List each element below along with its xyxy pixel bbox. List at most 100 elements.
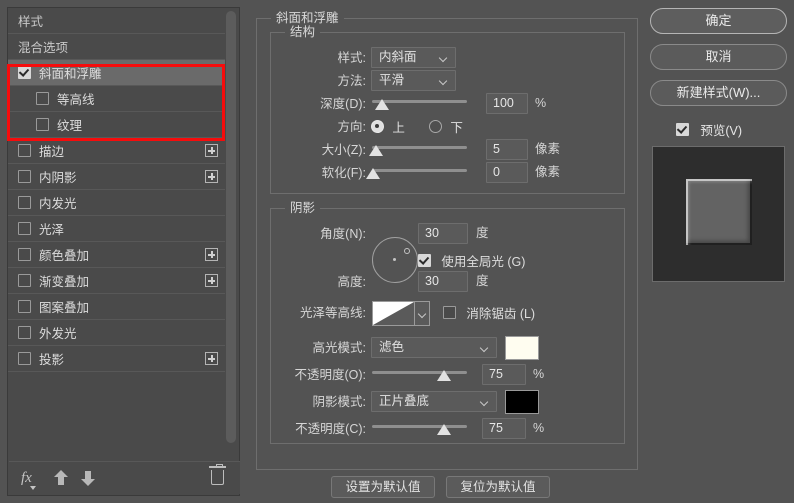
soften-slider[interactable] (372, 162, 467, 183)
trash-icon[interactable] (211, 470, 224, 485)
gloss-contour-dropdown[interactable] (415, 301, 430, 326)
arrow-down-icon[interactable] (81, 470, 95, 486)
sidebar-item-7[interactable]: 内发光 (8, 190, 226, 216)
highlight-opacity-input[interactable]: 75 (482, 364, 526, 385)
sidebar-item-label: 图案叠加 (39, 301, 89, 315)
sidebar-item-2[interactable]: 斜面和浮雕 (8, 60, 226, 86)
checkbox-icon[interactable] (18, 66, 31, 79)
size-input[interactable]: 5 (486, 139, 528, 160)
checkbox-icon[interactable] (18, 248, 31, 261)
arrow-up-icon[interactable] (54, 470, 68, 486)
use-global-light-checkbox[interactable]: 使用全局光 (G) (418, 251, 525, 271)
highlight-mode-label: 高光模式: (313, 337, 366, 359)
sidebar-scrollbar-track[interactable] (225, 9, 238, 464)
size-slider[interactable] (372, 139, 467, 160)
sidebar-item-8[interactable]: 光泽 (8, 216, 226, 242)
sidebar-item-4[interactable]: 纹理 (8, 112, 226, 138)
style-select[interactable]: 内斜面 (371, 47, 456, 68)
soften-input[interactable]: 0 (486, 162, 528, 183)
preview-checkbox[interactable]: 预览(V) (676, 120, 742, 140)
size-slider-track[interactable] (372, 146, 467, 149)
altitude-input[interactable]: 30 (418, 271, 468, 292)
highlight-opacity-track[interactable] (372, 371, 467, 374)
structure-title: 结构 (285, 25, 320, 39)
gloss-contour-swatch[interactable] (372, 301, 415, 326)
soften-slider-track[interactable] (372, 169, 467, 172)
shadow-opacity-track[interactable] (372, 425, 467, 428)
shadow-opacity-input[interactable]: 75 (482, 418, 526, 439)
ok-button[interactable]: 确定 (650, 8, 787, 34)
sidebar-item-13[interactable]: 投影 (8, 346, 226, 372)
cancel-button[interactable]: 取消 (650, 44, 787, 70)
depth-input[interactable]: 100 (486, 93, 528, 114)
depth-slider-thumb[interactable] (375, 99, 389, 110)
sidebar-item-5[interactable]: 描边 (8, 138, 226, 164)
sidebar-item-3[interactable]: 等高线 (8, 86, 226, 112)
sidebar-item-1[interactable]: 混合选项 (8, 34, 226, 60)
sidebar-item-12[interactable]: 外发光 (8, 320, 226, 346)
angle-dial-knob[interactable] (404, 248, 410, 254)
altitude-unit: 度 (476, 271, 489, 292)
fx-icon[interactable]: fx (21, 469, 32, 487)
checkbox-icon[interactable] (18, 274, 31, 287)
add-effect-icon[interactable] (205, 170, 218, 183)
styles-sidebar: 样式混合选项斜面和浮雕等高线纹理描边内阴影内发光光泽颜色叠加渐变叠加图案叠加外发… (7, 7, 240, 496)
checkbox-icon[interactable] (18, 326, 31, 339)
preview-label: 预览(V) (700, 124, 742, 138)
angle-input[interactable]: 30 (418, 223, 468, 244)
soften-label: 软化(F): (322, 162, 366, 184)
shadow-mode-value: 正片叠底 (379, 394, 429, 408)
sidebar-item-0[interactable]: 样式 (8, 8, 226, 34)
sidebar-item-label: 内发光 (39, 197, 77, 211)
checkbox-icon[interactable] (18, 222, 31, 235)
checkbox-icon[interactable] (18, 144, 31, 157)
technique-row: 方法: 平滑 (271, 70, 624, 92)
checkbox-icon[interactable] (36, 118, 49, 131)
sidebar-scrollbar-thumb[interactable] (226, 11, 236, 443)
set-default-button[interactable]: 设置为默认值 (331, 476, 435, 498)
sidebar-item-6[interactable]: 内阴影 (8, 164, 226, 190)
sidebar-item-9[interactable]: 颜色叠加 (8, 242, 226, 268)
add-effect-icon[interactable] (205, 352, 218, 365)
checkbox-icon[interactable] (18, 196, 31, 209)
direction-up-radio[interactable]: 上 (371, 116, 405, 139)
soften-slider-thumb[interactable] (366, 168, 380, 179)
panel-title: 斜面和浮雕 (271, 11, 344, 25)
add-effect-icon[interactable] (205, 144, 218, 157)
add-effect-icon[interactable] (205, 274, 218, 287)
technique-select[interactable]: 平滑 (371, 70, 456, 91)
checkbox-icon[interactable] (36, 92, 49, 105)
direction-down-radio[interactable]: 下 (429, 116, 463, 139)
chevron-down-icon (440, 78, 447, 85)
highlight-opacity-thumb[interactable] (437, 370, 451, 381)
add-effect-icon[interactable] (205, 248, 218, 261)
highlight-opacity-label: 不透明度(O): (294, 364, 366, 386)
sidebar-item-11[interactable]: 图案叠加 (8, 294, 226, 320)
preview-bevel-square (686, 179, 752, 245)
new-style-button[interactable]: 新建样式(W)... (650, 80, 787, 106)
checkbox-icon[interactable] (18, 170, 31, 183)
highlight-mode-select[interactable]: 滤色 (371, 337, 497, 358)
sidebar-item-10[interactable]: 渐变叠加 (8, 268, 226, 294)
shadow-mode-select[interactable]: 正片叠底 (371, 391, 497, 412)
size-slider-thumb[interactable] (369, 145, 383, 156)
highlight-color-swatch[interactable] (505, 336, 539, 360)
checkbox-icon[interactable] (18, 352, 31, 365)
shadow-opacity-slider[interactable] (372, 418, 467, 439)
depth-slider[interactable] (372, 93, 467, 114)
sidebar-item-label: 等高线 (57, 93, 95, 107)
checkbox-icon[interactable] (18, 300, 31, 313)
preview-thumbnail (652, 146, 785, 282)
direction-up-label: 上 (392, 121, 405, 135)
shadow-color-swatch[interactable] (505, 390, 539, 414)
sidebar-item-label: 样式 (18, 15, 43, 29)
sidebar-item-label: 斜面和浮雕 (39, 67, 102, 81)
highlight-opacity-slider[interactable] (372, 364, 467, 385)
shadow-opacity-thumb[interactable] (437, 424, 451, 435)
direction-row: 方向: 上 下 (271, 116, 624, 138)
highlight-mode-value: 滤色 (379, 340, 404, 354)
anti-alias-checkbox[interactable]: 消除锯齿 (L) (443, 303, 535, 323)
reset-default-button[interactable]: 复位为默认值 (446, 476, 550, 498)
style-select-value: 内斜面 (379, 50, 417, 64)
chevron-down-icon (481, 345, 488, 352)
